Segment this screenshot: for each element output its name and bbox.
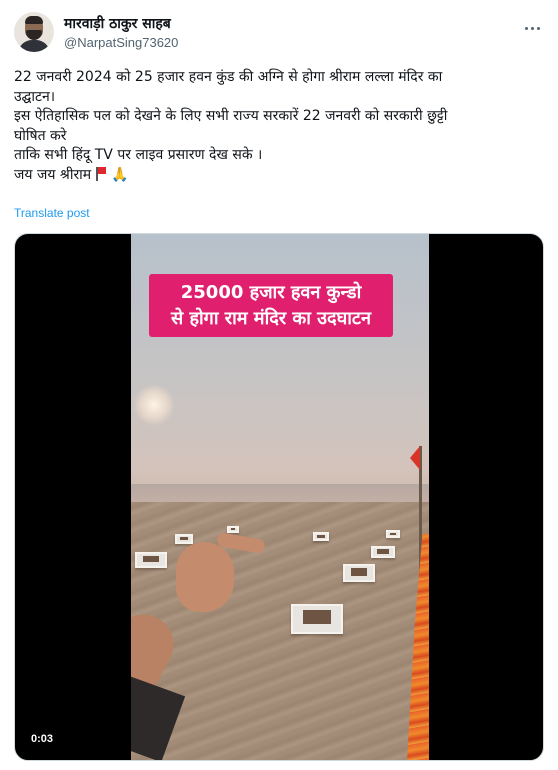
- user-avatar-icon[interactable]: [14, 12, 54, 52]
- havan-kund: [343, 564, 375, 582]
- post-header: मारवाड़ी ठाकुर साहब @NarpatSing73620: [14, 12, 544, 58]
- havan-kund: [313, 532, 329, 541]
- skyline: [131, 484, 429, 504]
- post-text: 22 जनवरी 2024 को 25 हजार हवन कुंड की अग्…: [14, 68, 539, 186]
- triangular-flag-icon: [95, 166, 107, 181]
- post-text-line: उद्घाटन।: [14, 88, 56, 105]
- post-text-line: जय जय श्रीराम: [14, 166, 92, 183]
- author-name[interactable]: मारवाड़ी ठाकुर साहब: [64, 14, 171, 33]
- post-text-line: इस ऐतिहासिक पल को देखने के लिए सभी राज्य…: [14, 108, 448, 125]
- hand: [131, 531, 271, 760]
- folded-hands-icon: 🙏: [111, 166, 129, 183]
- video-frame: 25000 हजार हवन कुन्डो से होगा राम मंदिर …: [131, 234, 429, 760]
- post-text-line-last: जय जय श्रीराम 🙏: [14, 166, 539, 186]
- author-handle[interactable]: @NarpatSing73620: [64, 35, 178, 50]
- havan-kund: [227, 526, 239, 533]
- havan-kund: [386, 530, 400, 538]
- saffron-flag: [410, 446, 420, 470]
- video-caption-banner: 25000 हजार हवन कुन्डो से होगा राम मंदिर …: [149, 274, 393, 337]
- post-text-line: घोषित करे: [14, 127, 67, 144]
- sun-glow: [133, 384, 175, 426]
- translate-post-link[interactable]: Translate post: [14, 206, 90, 220]
- post-text-line: ताकि सभी हिंदू TV पर लाइव प्रसारण देख सक…: [14, 147, 263, 164]
- more-options-icon[interactable]: [520, 18, 544, 38]
- havan-kund: [371, 546, 395, 558]
- banner-line: से होगा राम मंदिर का उदघाटन: [171, 307, 371, 329]
- post-text-line: 22 जनवरी 2024 को 25 हजार हवन कुंड की अग्…: [14, 69, 443, 85]
- havan-kund: [291, 604, 343, 634]
- banner-line: 25000 हजार हवन कुन्डो: [180, 281, 362, 303]
- video-player[interactable]: 25000 हजार हवन कुन्डो से होगा राम मंदिर …: [14, 233, 544, 761]
- video-timestamp: 0:03: [25, 731, 60, 747]
